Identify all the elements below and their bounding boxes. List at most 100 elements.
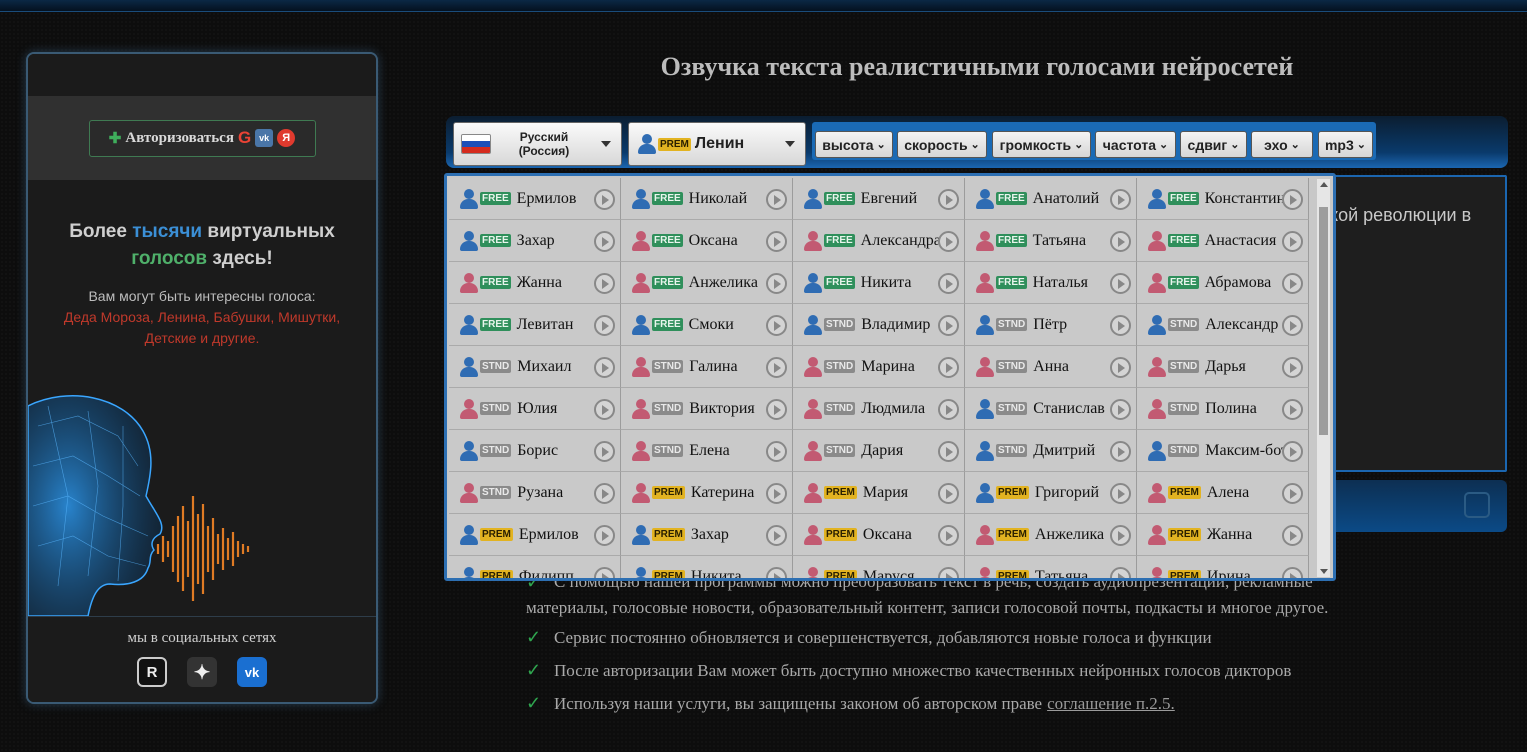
voice-option[interactable]: PREM Ирина [1137, 556, 1309, 578]
vk-icon[interactable]: vk [237, 657, 267, 687]
voice-option[interactable]: STND Станислав [965, 388, 1137, 430]
play-icon[interactable] [938, 525, 959, 546]
play-icon[interactable] [1110, 231, 1131, 252]
voice-option[interactable]: FREE Жанна [449, 262, 621, 304]
play-icon[interactable] [1282, 357, 1303, 378]
play-icon[interactable] [1282, 441, 1303, 462]
voice-option[interactable]: STND Александр [1137, 304, 1309, 346]
play-icon[interactable] [594, 231, 615, 252]
play-icon[interactable] [1110, 357, 1131, 378]
voice-option[interactable]: STND Владимир [793, 304, 965, 346]
voice-option[interactable]: FREE Наталья [965, 262, 1137, 304]
voice-option[interactable]: STND Полина [1137, 388, 1309, 430]
play-icon[interactable] [938, 357, 959, 378]
voice-option[interactable]: STND Дарья [1137, 346, 1309, 388]
synthesize-toggle[interactable] [1464, 492, 1490, 518]
play-icon[interactable] [766, 189, 787, 210]
voice-option[interactable]: STND Пётр [965, 304, 1137, 346]
voice-option[interactable]: PREM Никита [621, 556, 793, 578]
voice-option[interactable]: STND Максим-бот [1137, 430, 1309, 472]
frequency-select[interactable]: частота ⌄ [1095, 131, 1176, 158]
language-select[interactable]: Русский (Россия) [453, 122, 622, 166]
play-icon[interactable] [1282, 315, 1303, 336]
dropdown-scrollbar[interactable] [1317, 179, 1330, 577]
play-icon[interactable] [938, 189, 959, 210]
play-icon[interactable] [938, 231, 959, 252]
voice-option[interactable]: STND Рузана [449, 472, 621, 514]
voice-option[interactable]: FREE Константин [1137, 178, 1309, 220]
play-icon[interactable] [938, 273, 959, 294]
play-icon[interactable] [938, 441, 959, 462]
play-icon[interactable] [1110, 567, 1131, 578]
echo-select[interactable]: эхо ⌄ [1251, 131, 1313, 158]
voice-option[interactable]: FREE Александра [793, 220, 965, 262]
play-icon[interactable] [938, 315, 959, 336]
promo-voice-links[interactable]: Деда Мороза, Ленина, Бабушки, Мишутки, Д… [28, 307, 376, 349]
text-input-area[interactable]: кой революции в [1330, 175, 1507, 472]
shift-select[interactable]: сдвиг ⌄ [1180, 131, 1247, 158]
scroll-up-icon[interactable] [1320, 182, 1328, 187]
voice-option[interactable]: FREE Смоки [621, 304, 793, 346]
voice-dropdown-list[interactable]: FREE Ермилов FREE Николай FREE Евгений FREE Ана… [444, 173, 1336, 581]
play-icon[interactable] [1282, 189, 1303, 210]
play-icon[interactable] [1282, 567, 1303, 578]
play-icon[interactable] [938, 483, 959, 504]
voice-option[interactable]: FREE Евгений [793, 178, 965, 220]
voice-option[interactable]: STND Людмила [793, 388, 965, 430]
voice-option[interactable]: PREM Ермилов [449, 514, 621, 556]
voice-option[interactable]: PREM Григорий [965, 472, 1137, 514]
play-icon[interactable] [594, 273, 615, 294]
voice-option[interactable]: STND Марина [793, 346, 965, 388]
play-icon[interactable] [1110, 273, 1131, 294]
voice-option[interactable]: PREM Мария [793, 472, 965, 514]
voice-option[interactable]: FREE Татьяна [965, 220, 1137, 262]
play-icon[interactable] [938, 567, 959, 578]
play-icon[interactable] [1282, 399, 1303, 420]
play-icon[interactable] [766, 273, 787, 294]
play-icon[interactable] [594, 315, 615, 336]
play-icon[interactable] [1110, 525, 1131, 546]
play-icon[interactable] [594, 567, 615, 578]
play-icon[interactable] [766, 357, 787, 378]
rutube-icon[interactable]: R [137, 657, 167, 687]
play-icon[interactable] [766, 231, 787, 252]
voice-option[interactable]: PREM Филипп [449, 556, 621, 578]
voice-option[interactable]: PREM Жанна [1137, 514, 1309, 556]
voice-option[interactable]: STND Юлия [449, 388, 621, 430]
volume-select[interactable]: громкость ⌄ [992, 131, 1091, 158]
voice-option[interactable]: PREM Захар [621, 514, 793, 556]
voice-option[interactable]: FREE Захар [449, 220, 621, 262]
voice-option[interactable]: FREE Оксана [621, 220, 793, 262]
voice-option[interactable]: PREM Оксана [793, 514, 965, 556]
voice-option[interactable]: FREE Абрамова [1137, 262, 1309, 304]
play-icon[interactable] [1282, 483, 1303, 504]
voice-option[interactable]: STND Дмитрий [965, 430, 1137, 472]
play-icon[interactable] [1110, 189, 1131, 210]
play-icon[interactable] [766, 525, 787, 546]
play-icon[interactable] [594, 525, 615, 546]
scroll-down-icon[interactable] [1320, 569, 1328, 574]
agreement-link[interactable]: соглашение п.2.5. [1047, 694, 1175, 714]
login-button[interactable]: ✚ Авторизоваться G vk Я [88, 119, 316, 157]
voice-option[interactable]: FREE Левитан [449, 304, 621, 346]
voice-option[interactable]: STND Борис [449, 430, 621, 472]
voice-option[interactable]: FREE Никита [793, 262, 965, 304]
play-icon[interactable] [766, 399, 787, 420]
voice-option[interactable]: STND Галина [621, 346, 793, 388]
voice-option[interactable]: FREE Николай [621, 178, 793, 220]
synthesize-bar[interactable] [1330, 480, 1507, 532]
play-icon[interactable] [1110, 441, 1131, 462]
voice-option[interactable]: PREM Татьяна [965, 556, 1137, 578]
play-icon[interactable] [1110, 483, 1131, 504]
voice-option[interactable]: PREM Анжелика [965, 514, 1137, 556]
play-icon[interactable] [594, 483, 615, 504]
voice-option[interactable]: FREE Ермилов [449, 178, 621, 220]
play-icon[interactable] [1110, 315, 1131, 336]
play-icon[interactable] [1282, 525, 1303, 546]
dzen-icon[interactable]: ✦ [187, 657, 217, 687]
scroll-thumb[interactable] [1319, 207, 1328, 435]
play-icon[interactable] [594, 189, 615, 210]
voice-select[interactable]: PREM Ленин [628, 122, 806, 166]
play-icon[interactable] [766, 315, 787, 336]
play-icon[interactable] [594, 441, 615, 462]
